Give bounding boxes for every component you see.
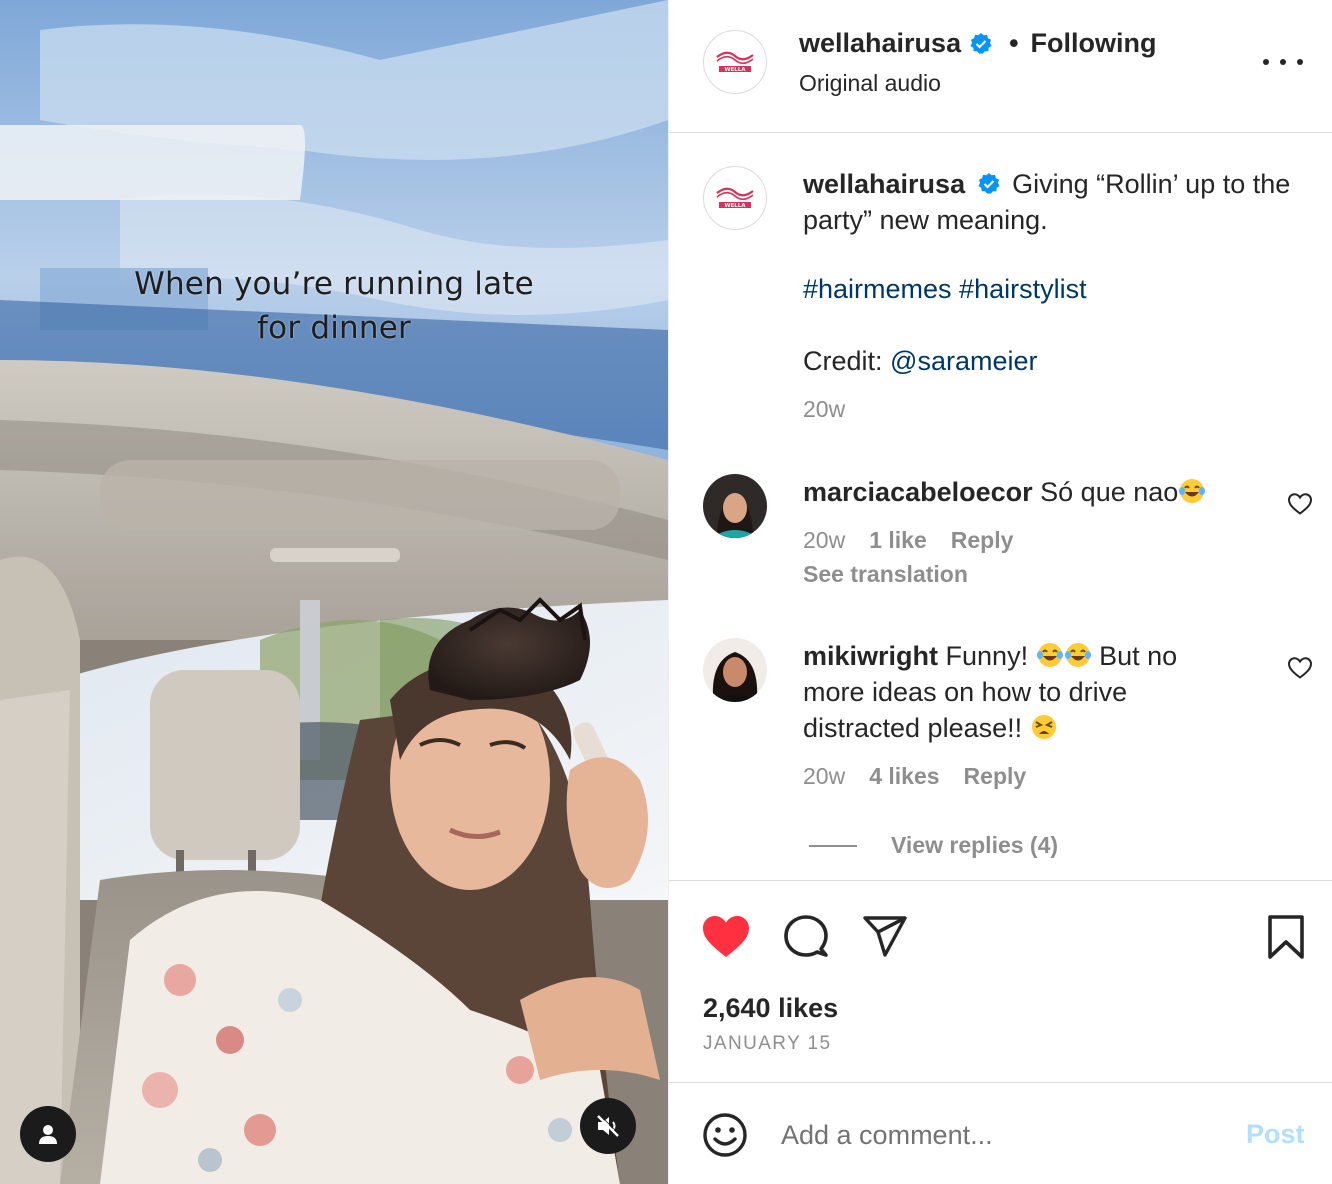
audio-link[interactable]: Original audio: [799, 70, 941, 97]
likes-count[interactable]: 2,640 likes: [703, 993, 838, 1024]
comment-icon[interactable]: [781, 913, 831, 961]
following-button[interactable]: Following: [1031, 28, 1157, 59]
share-icon[interactable]: [861, 913, 911, 961]
caption-author-avatar[interactable]: WELLA: [703, 166, 767, 230]
view-replies-button[interactable]: View replies (4): [809, 832, 1058, 859]
author-username[interactable]: wellahairusa: [799, 28, 961, 59]
separator-dot: •: [1009, 28, 1019, 58]
commenter-photo: [703, 474, 767, 538]
post-date: JANUARY 15: [703, 1033, 832, 1054]
post-view: When you’re running late for dinner WELL…: [0, 0, 1332, 1184]
comment-username[interactable]: marciacabeloecor: [803, 477, 1033, 507]
video-caption-overlay: When you’re running late for dinner: [0, 262, 668, 350]
caption-text: wellahairusa Giving “Rollin’ up to the p…: [803, 166, 1303, 238]
comment-composer: Post: [669, 1082, 1332, 1184]
comment-body-part-1: Funny!: [945, 641, 1029, 671]
replies-divider: [809, 844, 857, 847]
post-actions: 2,640 likes JANUARY 15: [669, 880, 1332, 1082]
comment-like-heart-icon[interactable]: [1287, 492, 1313, 516]
wella-logo: WELLA: [716, 187, 754, 209]
caption-timestamp: 20w: [803, 396, 846, 422]
video-player[interactable]: When you’re running late for dinner: [0, 0, 668, 1184]
comment-text: mikiwright Funny! But no more ideas on h…: [803, 638, 1243, 746]
heart-filled-icon[interactable]: [701, 913, 751, 961]
laughing-tears-emoji-icon: [1179, 479, 1206, 503]
credit-mention-link[interactable]: @sarameier: [890, 346, 1037, 376]
caption-credit: Credit: @sarameier: [803, 346, 1038, 377]
verified-badge-icon: [978, 173, 1000, 194]
bookmark-icon[interactable]: [1261, 913, 1311, 961]
reply-button[interactable]: Reply: [951, 527, 1014, 554]
caption-hashtags[interactable]: #hairmemes #hairstylist: [803, 274, 1087, 305]
overlay-line-1: When you’re running late: [134, 266, 534, 302]
comment-username[interactable]: mikiwright: [803, 641, 938, 671]
comment-meta: 20w 4 likes Reply: [803, 763, 1026, 790]
emoji-picker-icon[interactable]: [701, 1111, 749, 1159]
author-row: wellahairusa • Following: [799, 28, 1157, 59]
comment-likes[interactable]: 4 likes: [869, 763, 939, 790]
overlay-line-2: for dinner: [257, 310, 411, 346]
post-details-panel: WELLA wellahairusa • Following Original …: [668, 0, 1332, 1184]
comment-text: marciacabeloecor Só que nao: [803, 474, 1243, 510]
svg-text:WELLA: WELLA: [724, 203, 746, 209]
post-button[interactable]: Post: [1246, 1119, 1305, 1150]
svg-text:WELLA: WELLA: [724, 67, 746, 73]
person-icon: [39, 1125, 57, 1144]
credit-label: Credit:: [803, 346, 883, 376]
verified-badge-icon: [970, 32, 992, 54]
reply-button[interactable]: Reply: [964, 763, 1027, 790]
view-replies-label: View replies (4): [891, 832, 1059, 858]
tagged-users-button[interactable]: [20, 1106, 76, 1162]
speaker-muted-icon: [597, 1114, 620, 1137]
comment-meta: 20w 1 like Reply: [803, 527, 1013, 554]
avatar[interactable]: [703, 474, 767, 538]
comment-timestamp: 20w: [803, 527, 846, 553]
post-header: WELLA wellahairusa • Following Original …: [669, 0, 1332, 133]
commenter-photo: [703, 638, 767, 702]
laughing-tears-emoji-icon: [1064, 643, 1091, 667]
caption-username[interactable]: wellahairusa: [803, 169, 965, 199]
comment-likes[interactable]: 1 like: [869, 527, 927, 554]
more-options-icon[interactable]: [1263, 48, 1303, 76]
mute-toggle-button[interactable]: [580, 1098, 636, 1154]
avatar[interactable]: [703, 638, 767, 702]
comment-input[interactable]: [781, 1113, 1221, 1157]
tired-face-emoji-icon: [1031, 715, 1056, 739]
comment-body: Só que nao: [1040, 477, 1179, 507]
comment-timestamp: 20w: [803, 763, 846, 789]
see-translation-link[interactable]: See translation: [803, 561, 968, 588]
wella-logo: WELLA: [716, 51, 754, 73]
comment-like-heart-icon[interactable]: [1287, 656, 1313, 680]
laughing-tears-emoji-icon: [1036, 643, 1063, 667]
author-avatar[interactable]: WELLA: [703, 30, 767, 94]
video-frame: [0, 0, 668, 1184]
